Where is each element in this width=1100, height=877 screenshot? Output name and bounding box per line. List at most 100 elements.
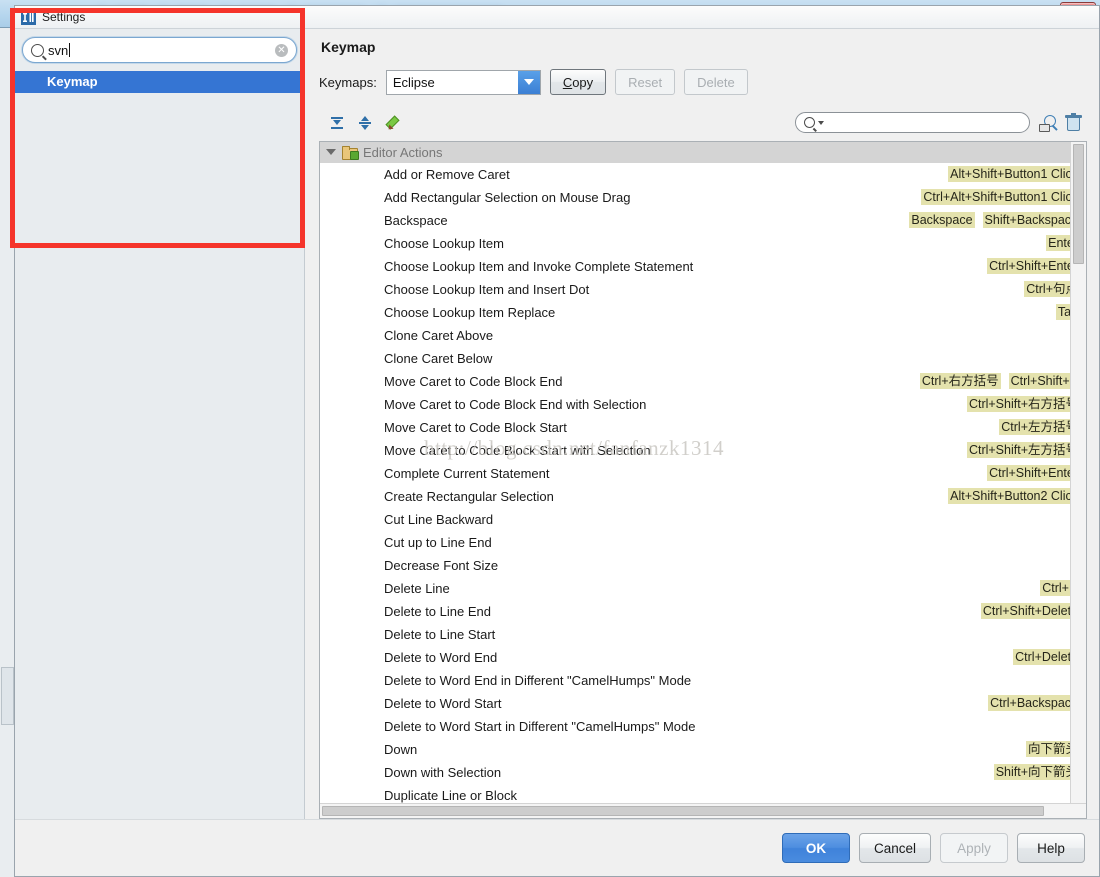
table-row[interactable]: Delete to Line Start: [320, 623, 1086, 646]
find-by-shortcut-icon[interactable]: [1039, 114, 1057, 132]
table-row[interactable]: Choose Lookup Item and Invoke Complete S…: [320, 255, 1086, 278]
action-name: Move Caret to Code Block Start: [384, 419, 567, 435]
tree-horizontal-scroll-thumb[interactable]: [322, 806, 1044, 816]
shortcut-badge: Alt+Shift+Button1 Click: [948, 166, 1080, 183]
copy-button[interactable]: Copy: [549, 69, 607, 95]
table-row[interactable]: Choose Lookup Item Replace Tab: [320, 301, 1086, 324]
shortcut-list: Shift+向下箭头: [993, 764, 1082, 781]
table-row[interactable]: Move Caret to Code Block Start with Sele…: [320, 439, 1086, 462]
dialog-footer: OK Cancel Apply Help: [15, 819, 1099, 876]
table-row[interactable]: Clone Caret Below: [320, 347, 1086, 370]
search-icon: [31, 43, 44, 57]
table-row[interactable]: Move Caret to Code Block End Ctrl+右方括号 Ctr…: [320, 370, 1086, 393]
table-row[interactable]: Create Rectangular Selection Alt+Shift+Bu…: [320, 485, 1086, 508]
shortcut-badge: Ctrl+Alt+Shift+Button1 Click: [921, 189, 1080, 206]
table-row[interactable]: Delete to Word Start Ctrl+Backspace: [320, 692, 1086, 715]
shortcut-list: Ctrl+Shift+左方括号: [966, 442, 1082, 459]
keymap-tree-scroll: Editor Actions Add or Remove Caret Alt+Sh…: [320, 141, 1086, 803]
chevron-down-icon[interactable]: [326, 149, 336, 156]
ok-button[interactable]: OK: [781, 833, 850, 863]
shortcut-badge: Alt+Shift+Button2 Click: [948, 488, 1080, 505]
keymap-filter-group: [795, 112, 1087, 134]
shortcut-list: Ctrl+Shift+右方括号: [966, 396, 1082, 413]
table-row[interactable]: Move Caret to Code Block Start Ctrl+左方括号: [320, 416, 1086, 439]
action-name: Delete to Line End: [384, 603, 491, 619]
cancel-button[interactable]: Cancel: [858, 833, 931, 863]
delete-button: Delete: [684, 69, 748, 95]
action-name: Complete Current Statement: [384, 465, 550, 481]
action-name: Create Rectangular Selection: [384, 488, 554, 504]
table-row[interactable]: Delete Line Ctrl+D: [320, 577, 1086, 600]
search-dropdown-icon: [804, 117, 815, 129]
table-row[interactable]: Delete to Word End Ctrl+Delete: [320, 646, 1086, 669]
table-row[interactable]: Add or Remove Caret Alt+Shift+Button1 Cli…: [320, 163, 1086, 186]
chevron-down-icon[interactable]: [517, 70, 540, 94]
ide-left-tool-tab[interactable]: [1, 667, 14, 725]
collapse-all-icon[interactable]: [357, 115, 373, 131]
table-row[interactable]: Delete to Word End in Different "CamelHu…: [320, 669, 1086, 692]
action-name: Decrease Font Size: [384, 557, 499, 573]
expand-all-icon[interactable]: [329, 115, 345, 131]
table-row[interactable]: Cut up to Line End: [320, 531, 1086, 554]
table-row[interactable]: Delete to Word Start in Different "Camel…: [320, 715, 1086, 738]
shortcut-list: Ctrl+Shift+Enter: [987, 258, 1082, 275]
shortcut-list: Alt+Shift+Button2 Click: [948, 488, 1082, 505]
clear-search-icon[interactable]: ✕: [275, 43, 288, 57]
reset-button: Reset: [615, 69, 676, 95]
tree-vertical-scroll-thumb[interactable]: [1073, 143, 1084, 264]
table-row[interactable]: Cut Line Backward: [320, 508, 1086, 531]
tree-group-editor-actions[interactable]: Editor Actions: [320, 141, 1086, 163]
settings-dialog: Settings svn ✕ Keymap Keymap Keymaps: Ec…: [14, 5, 1100, 877]
help-button[interactable]: Help: [1017, 833, 1085, 863]
table-row[interactable]: Decrease Font Size: [320, 554, 1086, 577]
settings-search-input[interactable]: svn ✕: [22, 37, 297, 63]
tree-vertical-scrollbar[interactable]: [1070, 141, 1086, 803]
shortcut-badge: Ctrl+Shift+Delete: [980, 603, 1080, 620]
action-name: Move Caret to Code Block End: [384, 373, 563, 389]
action-name: Delete to Word Start in Different "Camel…: [384, 718, 696, 734]
edit-pencil-icon[interactable]: [385, 115, 401, 131]
table-row[interactable]: Down with Selection Shift+向下箭头: [320, 761, 1086, 784]
dialog-titlebar: Settings: [15, 6, 1099, 29]
shortcut-badge: Ctrl+Shift+左方括号: [966, 442, 1080, 459]
shortcut-badge: Ctrl+Shift+Enter: [987, 465, 1080, 482]
shortcut-list: Ctrl+Backspace: [988, 695, 1082, 712]
keymap-select[interactable]: Eclipse: [385, 69, 541, 95]
table-row[interactable]: Duplicate Line or Block: [320, 784, 1086, 803]
shortcut-list: Ctrl+Shift+Delete: [980, 603, 1082, 620]
tree-group-label: Editor Actions: [363, 144, 443, 160]
action-name: Duplicate Line or Block: [384, 787, 517, 803]
table-row[interactable]: Delete to Line End Ctrl+Shift+Delete: [320, 600, 1086, 623]
table-row[interactable]: Down 向下箭头: [320, 738, 1086, 761]
settings-left-pane: svn ✕ Keymap: [15, 29, 305, 819]
action-name: Down with Selection: [384, 764, 502, 780]
keymap-filter-input[interactable]: [795, 112, 1030, 134]
table-row[interactable]: Move Caret to Code Block End with Select…: [320, 393, 1086, 416]
table-row[interactable]: Clone Caret Above: [320, 324, 1086, 347]
action-name: Clone Caret Below: [384, 350, 493, 366]
screenshot-root: ✕ Settings svn ✕: [0, 0, 1100, 877]
table-row[interactable]: Complete Current Statement Ctrl+Shift+Ent…: [320, 462, 1086, 485]
chevron-down-icon[interactable]: [818, 120, 824, 125]
table-row[interactable]: Choose Lookup Item Enter: [320, 232, 1086, 255]
table-row[interactable]: Choose Lookup Item and Insert Dot Ctrl+句点: [320, 278, 1086, 301]
action-name: Add Rectangular Selection on Mouse Drag: [384, 189, 631, 205]
shortcut-badge: Backspace: [909, 212, 975, 229]
action-name: Cut up to Line End: [384, 534, 492, 550]
trash-icon[interactable]: [1065, 113, 1082, 132]
shortcut-list: Alt+Shift+Button1 Click: [948, 166, 1082, 183]
table-row[interactable]: Add Rectangular Selection on Mouse Drag C…: [320, 186, 1086, 209]
shortcut-list: Ctrl+右方括号 Ctrl+Shift+P: [919, 373, 1082, 390]
tree-toolbar-icons: [319, 115, 401, 131]
sidebar-item-keymap[interactable]: Keymap: [15, 71, 304, 93]
action-name: Add or Remove Caret: [384, 166, 510, 182]
page-title: Keymap: [321, 39, 376, 55]
shortcut-list: Ctrl+Shift+Enter: [987, 465, 1082, 482]
keymap-panel: Keymap Keymaps: Eclipse Copy Reset Delet…: [305, 29, 1099, 819]
apply-button: Apply: [940, 833, 1008, 863]
table-row[interactable]: Backspace Backspace Shift+Backspace: [320, 209, 1086, 232]
action-name: Choose Lookup Item Replace: [384, 304, 556, 320]
intellij-logo-icon: [21, 9, 36, 25]
tree-horizontal-scrollbar[interactable]: [320, 803, 1086, 818]
shortcut-badge: Ctrl+Shift+Enter: [987, 258, 1080, 275]
